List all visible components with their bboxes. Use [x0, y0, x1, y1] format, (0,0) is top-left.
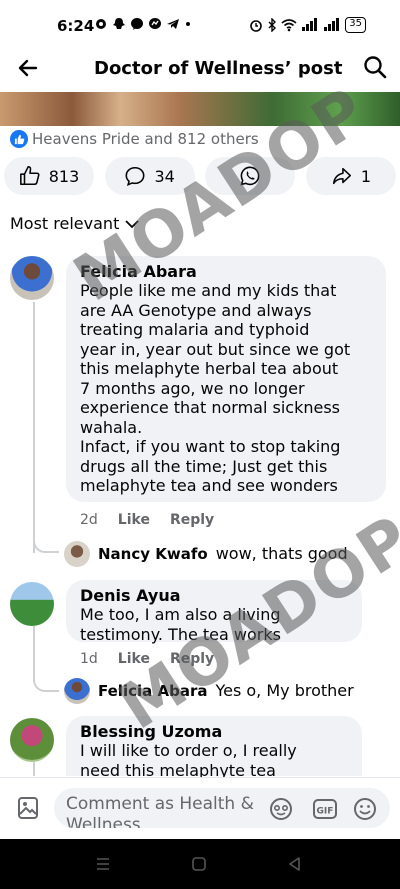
app-bar: Doctor of Wellness’ post — [0, 52, 400, 92]
thread-line — [33, 762, 35, 776]
settings-icon — [96, 19, 106, 29]
thumbs-up-icon — [19, 166, 40, 186]
share-button[interactable]: 1 — [305, 157, 396, 195]
notification-icons — [94, 17, 192, 31]
comment-icon — [125, 166, 145, 187]
snapchat-icon — [113, 18, 125, 29]
comment-author[interactable]: Felicia Abara — [80, 262, 372, 281]
alarm-icon — [250, 20, 263, 32]
signal-icon — [302, 18, 318, 31]
like-count: 813 — [48, 166, 80, 186]
messenger-icon — [149, 18, 161, 29]
thread-line — [33, 302, 35, 553]
reply-preview[interactable]: Nancy Kwafo wow, thats good — [64, 541, 348, 567]
whatsapp-icon — [240, 166, 260, 186]
thread-line — [33, 626, 35, 682]
comment-age: 1d — [80, 651, 98, 667]
sort-dropdown[interactable]: Most relevant — [10, 214, 139, 233]
comment-input[interactable]: Comment as Health & Wellness GIF — [54, 788, 390, 828]
comment-age: 2d — [80, 512, 98, 528]
bluetooth-icon — [268, 18, 277, 32]
avatar[interactable] — [10, 718, 54, 762]
emoji-icon[interactable] — [352, 796, 378, 822]
comment-author[interactable]: Denis Ayua — [80, 586, 348, 605]
recent-apps-icon[interactable] — [94, 855, 112, 873]
comment-meta: 1d Like Reply — [80, 651, 214, 667]
status-time: 6:24 — [57, 17, 95, 35]
telegram-icon — [167, 19, 179, 29]
thread-connector — [33, 537, 59, 553]
comment-placeholder: Comment as Health & Wellness — [66, 794, 254, 828]
comment-reply-button[interactable]: Reply — [170, 512, 214, 528]
messenger-icon — [131, 18, 143, 30]
comment-text: I will like to order o, I really need th… — [80, 741, 297, 780]
gif-icon[interactable]: GIF — [312, 796, 338, 822]
comment-bubble: Denis Ayua Me too, I am also a living te… — [66, 580, 362, 644]
screen: 6:24 35 Doctor of Wellness’ post Heavens… — [0, 0, 400, 889]
comment-bubble: Blessing Uzoma I will like to order o, I… — [66, 716, 362, 780]
comment-bubble: Felicia Abara People like me and my kids… — [66, 256, 386, 502]
reply-author: Nancy Kwafo — [98, 545, 208, 563]
svg-text:GIF: GIF — [317, 807, 334, 817]
comment-like-button[interactable]: Like — [118, 651, 150, 667]
back-icon[interactable] — [286, 855, 304, 873]
avatar-sticker-icon[interactable] — [268, 796, 294, 822]
comment-text: People like me and my kids that are AA G… — [80, 281, 351, 495]
reply-text: wow, thats good — [215, 544, 348, 564]
home-icon[interactable] — [190, 855, 208, 873]
system-icons: 35 — [249, 17, 366, 33]
status-bar: 6:24 35 — [0, 0, 400, 52]
reply-preview[interactable]: Felicia Abara Yes o, My brother — [64, 678, 354, 704]
thread-connector — [33, 676, 59, 692]
comment-like-button[interactable]: Like — [118, 512, 150, 528]
reactions-summary[interactable]: Heavens Pride and 812 others — [10, 130, 259, 148]
comment-author[interactable]: Blessing Uzoma — [80, 722, 348, 741]
dot-icon — [186, 22, 190, 26]
battery-indicator: 35 — [345, 17, 366, 33]
comment-composer: Comment as Health & Wellness GIF — [0, 777, 400, 839]
signal-icon — [324, 18, 340, 31]
avatar[interactable] — [10, 256, 54, 300]
system-nav-bar — [0, 839, 400, 889]
photo-icon[interactable] — [16, 796, 40, 820]
like-button[interactable]: 813 — [4, 157, 94, 195]
comment-count: 34 — [154, 166, 175, 186]
wifi-icon — [281, 19, 297, 32]
avatar — [64, 541, 90, 567]
reactions-summary-text: Heavens Pride and 812 others — [32, 130, 259, 148]
chevron-down-icon — [125, 219, 139, 228]
search-icon[interactable] — [362, 54, 388, 80]
page-title: Doctor of Wellness’ post — [94, 58, 343, 79]
whatsapp-share-button[interactable] — [205, 157, 296, 195]
sort-label: Most relevant — [10, 214, 120, 233]
comment-text: Me too, I am also a living testimony. Th… — [80, 605, 281, 644]
reply-text: Yes o, My brother — [215, 681, 354, 701]
avatar[interactable] — [10, 582, 54, 626]
share-count: 1 — [360, 166, 372, 186]
comment-reply-button[interactable]: Reply — [170, 651, 214, 667]
back-arrow-icon[interactable] — [16, 56, 40, 80]
avatar — [64, 678, 90, 704]
post-actions: 813 34 1 — [4, 157, 396, 197]
share-icon — [332, 167, 351, 185]
post-image[interactable] — [0, 92, 400, 126]
comment-button[interactable]: 34 — [104, 157, 195, 195]
like-reaction-icon — [10, 130, 28, 148]
comment-meta: 2d Like Reply — [80, 512, 214, 528]
reply-author: Felicia Abara — [98, 682, 208, 700]
